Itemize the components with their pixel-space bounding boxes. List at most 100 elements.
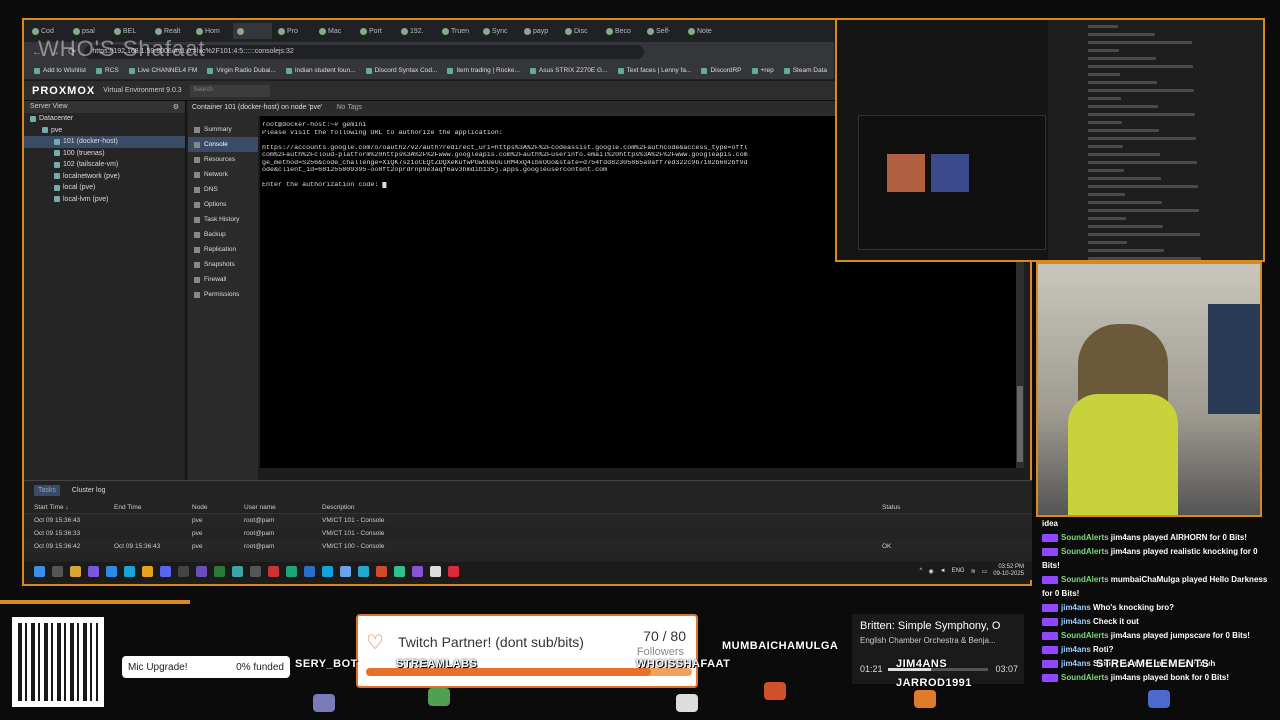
column-header[interactable]: Start Time ↓ [34,504,114,511]
chat-text: Who's knocking bro? [1093,603,1175,612]
table-cell: pve [192,530,203,537]
table-row[interactable]: Oct 09 15:36:33 pve root@pam VM/CT 101 - Co… [24,527,1032,540]
chrome-icon[interactable] [376,565,387,577]
browser-tab[interactable]: Port [356,23,395,39]
menu-item-task-history[interactable]: Task History [188,212,258,227]
app-icon[interactable] [430,565,441,577]
browser-tab[interactable]: Pro [274,23,313,39]
clock[interactable]: 03:52 PM 09-10-2025 [993,564,1024,578]
tree-item[interactable]: localnetwork (pve) [24,171,185,183]
column-header[interactable]: Node [192,504,244,511]
tree-item[interactable]: 101 (docker-host) [24,136,185,148]
tree-item[interactable]: Datacenter [24,113,185,125]
app-icon[interactable] [304,565,315,577]
system-tray[interactable]: ^ ◉ ◄ ENG ≋ ▭ 03:52 PM 09-10-2025 [920,564,1024,578]
menu-item-network[interactable]: Network [188,167,258,182]
menu-item-options[interactable]: Options [188,197,258,212]
app-icon[interactable] [358,565,369,577]
chat-message: SoundAlerts mumbaiChaMulga played Hello … [1036,573,1276,601]
browser-tab[interactable]: Disc [561,23,600,39]
browser-tab[interactable]: Beco [602,23,641,39]
app-icon[interactable] [196,565,207,577]
folder-icon[interactable] [70,565,81,577]
chevron-up-icon[interactable]: ^ [920,568,923,574]
tree-item[interactable]: 102 (tailscale-vm) [24,159,185,171]
browser-tab[interactable]: 192. [397,23,436,39]
app-icon[interactable] [88,565,99,577]
tree-item[interactable]: local-lvm (pve) [24,194,185,206]
column-header[interactable]: End Time [114,504,192,511]
tree-node-icon [54,138,60,145]
search-icon[interactable] [52,565,63,577]
bookmark-item[interactable]: DiscordRP [701,67,742,74]
gear-icon[interactable]: ⚙ [173,103,179,111]
browser-tab[interactable] [233,23,272,39]
browser-tab[interactable]: Sync [479,23,518,39]
menu-item-replication[interactable]: Replication [188,242,258,257]
app-icon[interactable] [214,565,225,577]
menu-item-snapshots[interactable]: Snapshots [188,257,258,272]
tree-item[interactable]: pve [24,125,185,137]
tree-item[interactable]: 100 (truenas) [24,148,185,160]
chrome-icon[interactable] [142,565,153,577]
browser-tab[interactable]: Truen [438,23,477,39]
menu-item-console[interactable]: Console [188,137,258,152]
app-icon[interactable] [106,565,117,577]
vscode-icon[interactable] [322,565,333,577]
app-icon[interactable] [394,565,405,577]
tab-tasks[interactable]: Tasks [34,484,60,496]
browser-tab[interactable]: Mac [315,23,354,39]
menu-item-dns[interactable]: DNS [188,182,258,197]
tab-favicon [155,27,162,35]
bookmark-item[interactable]: +rep [751,67,774,74]
app-icon[interactable] [232,565,243,577]
menu-item-backup[interactable]: Backup [188,227,258,242]
discord-icon[interactable] [160,565,171,577]
chat-message: jim4ans Check it out [1036,615,1276,629]
no-tags-label[interactable]: No Tags [336,104,362,113]
bookmark-item[interactable]: Steam Data [783,67,827,74]
bookmark-item[interactable]: Asus STRIX Z270E G... [529,67,608,74]
bookmark-item[interactable]: Text faces | Lenny fa... [617,67,691,74]
network-icon[interactable]: ◉ [928,568,933,575]
browser-tab[interactable]: payp [520,23,559,39]
app-icon[interactable] [286,565,297,577]
volume-icon[interactable]: ◄ [940,568,946,574]
app-icon[interactable] [412,565,423,577]
bookmark-item[interactable]: Virgin Radio Dubai... [207,67,276,74]
column-header[interactable]: Status [882,504,1032,511]
app-icon[interactable] [340,565,351,577]
column-header[interactable]: User name [244,504,322,511]
table-row[interactable]: Oct 09 15:36:42 Oct 09 15:36:43 pve root@pa… [24,540,1032,553]
browser-tab[interactable]: Note [684,23,723,39]
menu-item-permissions[interactable]: Permissions [188,287,258,302]
tree-item[interactable]: local (pve) [24,182,185,194]
windows-start-icon[interactable] [34,565,45,577]
browser-tab-label: Beco [615,27,631,35]
search-input[interactable]: Search [189,84,270,97]
app-icon[interactable] [448,565,459,577]
bookmark-item[interactable]: Indian student foun... [285,67,356,74]
menu-item-summary[interactable]: Summary [188,122,258,137]
wifi-icon[interactable]: ≋ [971,568,976,575]
edge-icon[interactable] [124,565,135,577]
bookmark-item[interactable]: Live CHANNEL4 FM [128,67,197,74]
battery-icon[interactable]: ▭ [982,568,988,575]
menu-item-resources[interactable]: Resources [188,152,258,167]
code-line [1088,233,1200,236]
table-row[interactable]: Oct 09 15:36:43 pve root@pam VM/CT 101 - Co… [24,514,1032,527]
column-header[interactable]: Description [322,504,882,511]
app-icon[interactable] [250,565,261,577]
bookmark-item[interactable]: RCS [96,67,119,74]
browser-tab[interactable]: Self- [643,23,682,39]
bookmark-item[interactable]: Discord Syntax Cod... [365,67,437,74]
app-icon[interactable] [178,565,189,577]
language-indicator[interactable]: ENG [952,568,965,574]
bookmark-item[interactable]: Item trading | Rocke... [447,67,520,74]
tab-cluster-log[interactable]: Cluster log [68,485,109,496]
bookmark-item[interactable]: Add to Wishlist [34,67,86,74]
menu-item-firewall[interactable]: Firewall [188,272,258,287]
app-icon[interactable] [268,565,279,577]
server-view-header[interactable]: Server View ⚙ [24,101,185,113]
bookmark-label: RCS [105,67,119,74]
